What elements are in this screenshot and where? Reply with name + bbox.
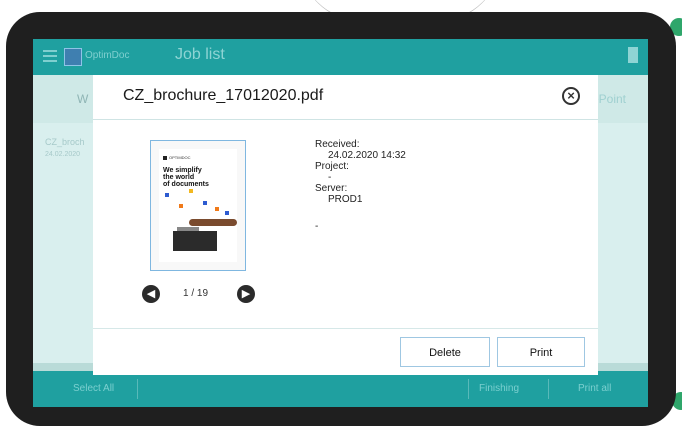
thumbnail-headline-line: the world <box>163 174 195 181</box>
menu-icon[interactable] <box>43 50 57 62</box>
thumbnail-graphic <box>225 211 229 215</box>
thumbnail-graphic <box>179 204 183 208</box>
server-value: PROD1 <box>328 194 363 205</box>
thumbnail-graphic <box>203 201 207 205</box>
thumbnail-hand <box>189 219 237 226</box>
logo-icon <box>64 48 82 66</box>
document-preview-dialog: CZ_brochure_17012020.pdf × OPTIMDOC We s… <box>93 75 598 375</box>
divider <box>468 379 469 399</box>
select-all-button[interactable]: Select All <box>73 383 114 394</box>
bottom-bar: Select All Finishing Print all <box>33 371 648 407</box>
server-label: Server: <box>315 183 348 194</box>
received-label: Received: <box>315 139 360 150</box>
divider <box>137 379 138 399</box>
thumbnail-logo: OPTIMDOC <box>163 155 191 160</box>
document-info: Received: 24.02.2020 14:32 Project: - Se… <box>315 139 406 232</box>
list-item-date: 24.02.2020 <box>45 151 81 158</box>
finishing-button[interactable]: Finishing <box>479 383 519 394</box>
thumbnail-graphic <box>189 189 193 193</box>
page-indicator: 1 / 19 <box>183 288 209 299</box>
page-title: Job list <box>175 46 225 63</box>
list-item-name[interactable]: CZ_broch <box>45 137 85 147</box>
thumbnail-page: OPTIMDOC We simplify the world of docume… <box>159 149 237 262</box>
document-thumbnail: OPTIMDOC We simplify the world of docume… <box>150 140 246 271</box>
thumbnail-printer <box>173 231 217 251</box>
dialog-footer-divider <box>93 328 598 329</box>
thumbnail-graphic <box>215 207 219 211</box>
tablet-frame: OptimDoc Job list W ePoint CZ_broch 24.0… <box>6 12 676 426</box>
screen: OptimDoc Job list W ePoint CZ_broch 24.0… <box>33 39 648 407</box>
project-label: Project: <box>315 161 349 172</box>
delete-button[interactable]: Delete <box>400 337 490 367</box>
project-value: - <box>328 172 332 183</box>
app-logo-text: OptimDoc <box>85 50 130 61</box>
print-button[interactable]: Print <box>497 337 585 367</box>
arrow-left-icon[interactable]: ◀ <box>142 285 160 303</box>
thumbnail-graphic <box>165 193 169 197</box>
info-extra: - <box>315 221 319 232</box>
thumbnail-headline-line: We simplify <box>163 167 202 174</box>
close-icon[interactable]: × <box>562 87 580 105</box>
dialog-title: CZ_brochure_17012020.pdf <box>123 87 324 104</box>
print-all-button[interactable]: Print all <box>578 383 611 394</box>
tab-left[interactable]: W <box>77 92 88 106</box>
arrow-right-icon[interactable]: ▶ <box>237 285 255 303</box>
app-bar: OptimDoc Job list <box>33 39 648 75</box>
dialog-header: CZ_brochure_17012020.pdf × <box>93 75 598 120</box>
thumbnail-headline-line: of documents <box>163 181 209 188</box>
thumbnail-headline: We simplify the world of documents <box>163 167 209 188</box>
logout-icon[interactable] <box>628 47 638 63</box>
received-value: 24.02.2020 14:32 <box>328 150 406 161</box>
divider <box>548 379 549 399</box>
